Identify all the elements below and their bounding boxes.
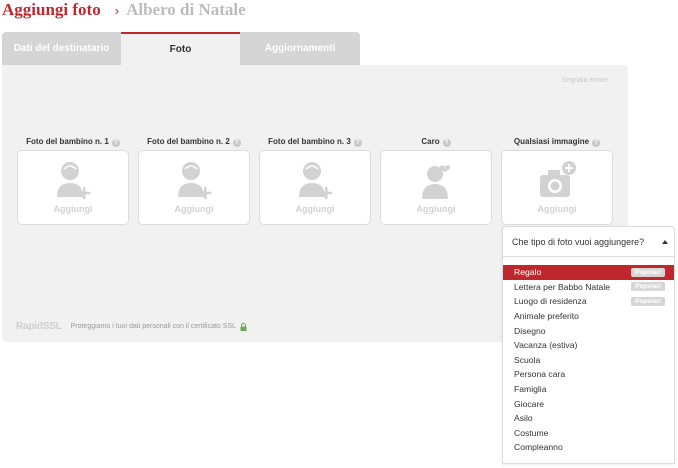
option-gift[interactable]: Regalo Popolari bbox=[503, 265, 674, 280]
slot-label: Foto del bambino n. 3 bbox=[268, 137, 351, 146]
person-heart-icon bbox=[422, 165, 451, 199]
add-photo-card[interactable]: Aggiungi bbox=[138, 150, 250, 225]
tab-recipient-data[interactable]: Dati del destinatario bbox=[2, 32, 121, 65]
option-school[interactable]: Scuola bbox=[503, 353, 674, 368]
add-photo-card[interactable]: Aggiungi bbox=[501, 150, 613, 225]
photo-type-select[interactable]: Che tipo di foto vuoi aggiungere? bbox=[503, 227, 674, 257]
child-add-icon bbox=[178, 162, 212, 199]
tab-photo[interactable]: Foto bbox=[121, 32, 240, 65]
slot-label: Foto del bambino n. 2 bbox=[147, 137, 230, 146]
dropdown-prompt: Che tipo di foto vuoi aggiungere? bbox=[512, 236, 645, 247]
lock-icon bbox=[240, 322, 247, 331]
add-label: Aggiungi bbox=[53, 204, 93, 214]
child-add-icon bbox=[57, 162, 91, 199]
add-label: Aggiungi bbox=[537, 204, 577, 214]
rapidssl-logo: RapidSSL bbox=[16, 321, 62, 332]
help-icon[interactable]: ? bbox=[442, 139, 451, 147]
breadcrumb-separator: › bbox=[114, 3, 120, 18]
ssl-footer: RapidSSL Proteggiamo i tuoi dati persona… bbox=[16, 321, 247, 332]
help-icon[interactable]: ? bbox=[111, 139, 120, 147]
popular-badge: Popolari bbox=[630, 296, 665, 306]
option-residence[interactable]: Luogo di residenza Popolari bbox=[503, 294, 674, 309]
option-kindergarten[interactable]: Asilo bbox=[503, 411, 674, 426]
slot-label: Caro bbox=[421, 137, 440, 146]
ssl-notice: Proteggiamo i tuoi dati personali con il… bbox=[70, 323, 237, 330]
help-icon[interactable]: ? bbox=[353, 139, 362, 147]
add-label: Aggiungi bbox=[174, 204, 214, 214]
add-photo-card[interactable]: Aggiungi bbox=[259, 150, 371, 225]
tab-updates[interactable]: Aggiornamenti bbox=[240, 32, 360, 65]
page-subtitle[interactable]: Albero di Natale bbox=[126, 0, 246, 20]
child-add-icon bbox=[299, 162, 333, 199]
slot-label: Qualsiasi immagine bbox=[513, 137, 590, 146]
option-summer-vacation[interactable]: Vacanza (estiva) bbox=[503, 338, 674, 353]
option-costume[interactable]: Costume bbox=[503, 426, 674, 441]
page-header: Aggiungi foto › Albero di Natale bbox=[2, 0, 246, 22]
option-play[interactable]: Giocare bbox=[503, 396, 674, 411]
slot-label: Foto del bambino n. 1 bbox=[26, 137, 109, 146]
option-letter-santa[interactable]: Lettera per Babbo Natale Popolari bbox=[503, 280, 674, 295]
photo-type-options: Regalo Popolari Lettera per Babbo Natale P… bbox=[503, 265, 674, 455]
photo-type-dropdown: Che tipo di foto vuoi aggiungere? Regalo… bbox=[502, 226, 675, 464]
add-photo-card[interactable]: Aggiungi bbox=[17, 150, 129, 225]
add-label: Aggiungi bbox=[295, 204, 335, 214]
help-icon[interactable]: ? bbox=[592, 139, 601, 147]
page-title: Aggiungi foto bbox=[2, 0, 101, 19]
caret-up-icon bbox=[662, 239, 668, 244]
help-icon[interactable]: ? bbox=[232, 139, 241, 147]
option-dear-person[interactable]: Persona cara bbox=[503, 367, 674, 382]
tab-bar: Dati del destinatario Foto Aggiornamenti bbox=[2, 32, 360, 65]
add-label: Aggiungi bbox=[416, 204, 456, 214]
add-photo-card[interactable]: Aggiungi bbox=[380, 150, 492, 225]
camera-add-icon bbox=[540, 161, 576, 197]
popular-badge: Popolari bbox=[630, 267, 665, 277]
option-drawing[interactable]: Disegno bbox=[503, 323, 674, 338]
popular-badge: Popolari bbox=[630, 282, 665, 292]
option-birthday[interactable]: Compleanno bbox=[503, 440, 674, 455]
report-error-link[interactable]: Segnala errore bbox=[562, 77, 608, 84]
option-favorite-pet[interactable]: Animale preferito bbox=[503, 309, 674, 324]
option-family[interactable]: Famiglia bbox=[503, 382, 674, 397]
